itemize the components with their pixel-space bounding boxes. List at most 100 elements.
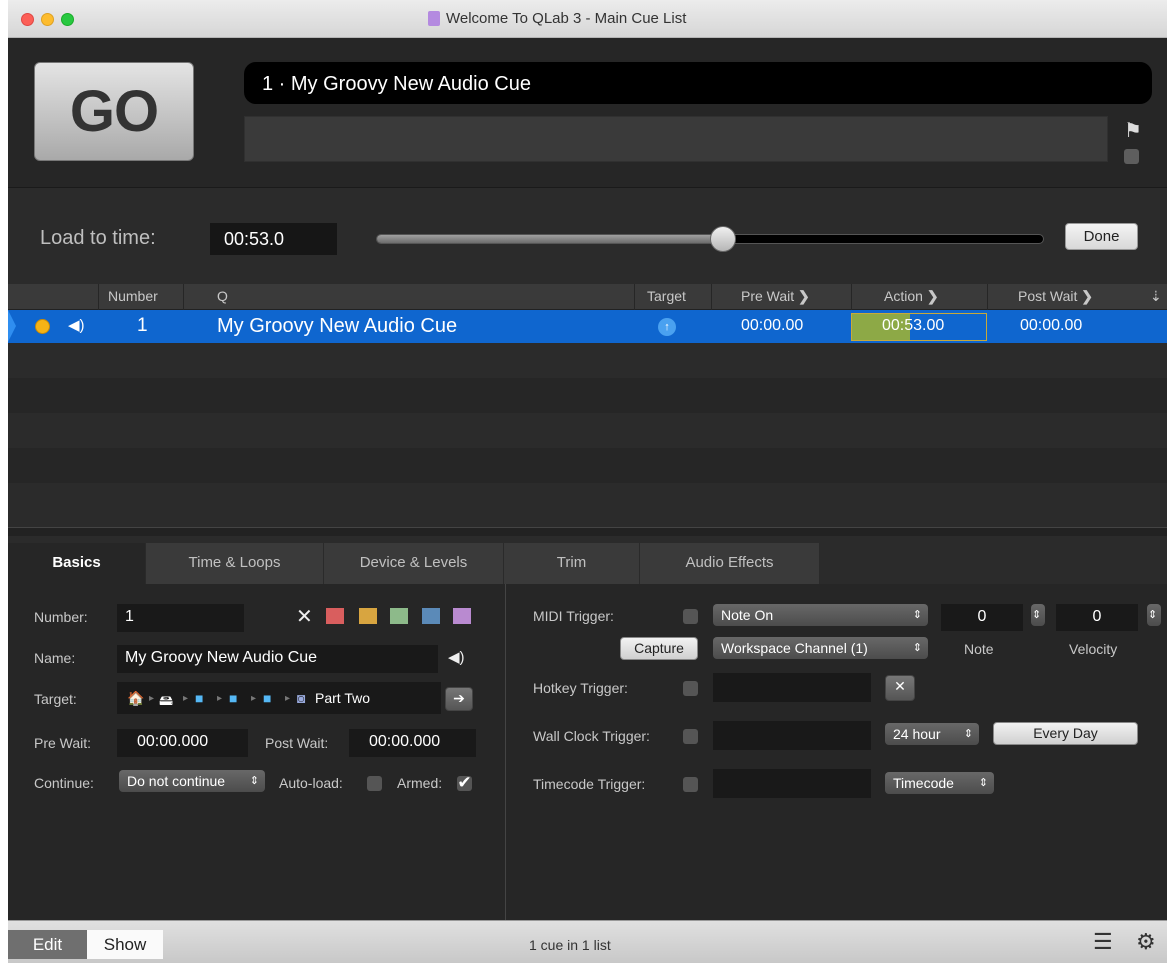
- tab-audio-effects[interactable]: Audio Effects: [640, 543, 820, 584]
- cue-post-wait: 00:00.00: [1020, 317, 1083, 334]
- empty-row: [8, 483, 1167, 527]
- name-field[interactable]: My Groovy New Audio Cue: [117, 645, 438, 673]
- continue-value: Do not continue: [127, 773, 226, 789]
- timecode-value: Timecode: [893, 775, 954, 791]
- every-day-button[interactable]: Every Day: [993, 722, 1138, 745]
- target-file-name: Part Two: [315, 690, 370, 706]
- wall-clock-trigger-label: Wall Clock Trigger:: [533, 728, 650, 744]
- document-icon: [428, 11, 440, 26]
- target-path[interactable]: 🏠 ▸ 🖴 ▸ ■ ▸ ■ ▸ ■ ▸ ◙ Part Two: [117, 682, 441, 714]
- empty-row: [8, 343, 1167, 378]
- action-header-text: Action: [884, 288, 923, 304]
- midi-channel-value: Workspace Channel (1): [721, 640, 868, 656]
- target-arrow-icon[interactable]: ↑: [658, 318, 676, 336]
- go-button[interactable]: GO: [34, 62, 194, 161]
- cue-row[interactable]: ◀︎) 1 My Groovy New Audio Cue ↑ 00:00.00…: [8, 310, 1167, 343]
- done-button[interactable]: Done: [1065, 223, 1138, 250]
- target-arrow-button[interactable]: ➔: [445, 687, 473, 711]
- color-swatch-blue[interactable]: [422, 608, 440, 624]
- chevron-right-icon: ❯: [798, 288, 810, 304]
- continue-column-icon: ⇣: [1150, 288, 1162, 304]
- note-stepper[interactable]: ⇕: [1031, 604, 1045, 626]
- column-number[interactable]: Number: [108, 288, 158, 304]
- clock-format-popup[interactable]: 24 hour ⇕: [885, 723, 979, 745]
- post-wait-field[interactable]: 00:00.000: [349, 729, 476, 757]
- column-q[interactable]: Q: [217, 288, 228, 304]
- empty-row: [8, 448, 1167, 483]
- zoom-window-button[interactable]: [61, 13, 74, 26]
- velocity-stepper[interactable]: ⇕: [1147, 604, 1161, 626]
- continue-popup[interactable]: Do not continue ⇕: [119, 770, 265, 792]
- note-field[interactable]: 0: [941, 604, 1023, 631]
- column-separator: [634, 284, 635, 310]
- tab-time-loops[interactable]: Time & Loops: [146, 543, 324, 584]
- load-time-slider[interactable]: [376, 226, 1044, 252]
- midi-type-popup[interactable]: Note On ⇕: [713, 604, 928, 626]
- path-separator-icon: ▸: [217, 693, 223, 704]
- autoload-checkbox[interactable]: [367, 776, 382, 791]
- color-swatch-orange[interactable]: [359, 608, 377, 624]
- timecode-popup[interactable]: Timecode ⇕: [885, 772, 994, 794]
- clear-color-icon[interactable]: ✕: [296, 604, 313, 629]
- popup-arrows-icon: ⇕: [978, 777, 988, 789]
- popup-arrows-icon: ⇕: [912, 609, 922, 621]
- capture-button[interactable]: Capture: [620, 637, 698, 660]
- inspector-panel: Number: 1 ✕ Name: My Groovy New Audio Cu…: [8, 584, 1167, 920]
- timecode-trigger-checkbox[interactable]: [683, 777, 698, 792]
- bottom-bar: Edit Show 1 cue in 1 list ☰ ⚙: [8, 920, 1167, 963]
- inspector-tabs: Basics Time & Loops Device & Levels Trim…: [8, 536, 1167, 584]
- cue-action-progress: 00:53.00: [851, 313, 987, 341]
- cue-notes-field[interactable]: [244, 116, 1108, 162]
- tab-trim[interactable]: Trim: [504, 543, 640, 584]
- chevron-right-icon: ❯: [926, 288, 939, 304]
- speaker-icon: ◀︎): [448, 649, 465, 666]
- minimize-window-button[interactable]: [41, 13, 54, 26]
- tab-basics[interactable]: Basics: [8, 543, 146, 584]
- column-post-wait[interactable]: Post Wait ❯: [1018, 288, 1093, 305]
- midi-trigger-checkbox[interactable]: [683, 609, 698, 624]
- slider-knob[interactable]: [710, 226, 737, 252]
- timecode-trigger-label: Timecode Trigger:: [533, 776, 646, 792]
- wall-clock-field[interactable]: [713, 721, 871, 750]
- color-swatch-purple[interactable]: [453, 608, 471, 624]
- column-pre-wait[interactable]: Pre Wait ❯: [741, 288, 810, 305]
- hotkey-trigger-checkbox[interactable]: [683, 681, 698, 696]
- cue-list-header: Number Q Target Pre Wait ❯ Action ❯ Post…: [8, 284, 1167, 310]
- standby-cue-display: 1 · My Groovy New Audio Cue: [244, 62, 1152, 104]
- load-time-field[interactable]: 00:53.0: [210, 223, 337, 255]
- column-action[interactable]: Action ❯: [884, 288, 939, 305]
- title-bar: Welcome To QLab 3 - Main Cue List: [8, 0, 1167, 38]
- split-view-divider[interactable]: [8, 527, 1167, 536]
- audio-file-icon: ◙: [297, 690, 306, 706]
- color-swatch-red[interactable]: [326, 608, 344, 624]
- list-icon[interactable]: ☰: [1093, 929, 1113, 955]
- name-label: Name:: [34, 650, 76, 666]
- home-icon: 🏠: [127, 690, 145, 706]
- flag-checkbox[interactable]: [1124, 149, 1139, 164]
- pre-wait-field[interactable]: 00:00.000: [117, 729, 248, 757]
- number-label: Number:: [34, 609, 88, 625]
- edit-mode-button[interactable]: Edit: [8, 930, 87, 959]
- armed-checkbox[interactable]: ✔: [457, 774, 472, 791]
- column-target[interactable]: Target: [647, 288, 686, 304]
- qlab-window: Welcome To QLab 3 - Main Cue List GO 1 ·…: [8, 0, 1167, 963]
- timecode-field[interactable]: [713, 769, 871, 798]
- path-separator-icon: ▸: [285, 693, 291, 704]
- show-mode-button[interactable]: Show: [87, 930, 163, 959]
- clear-hotkey-button[interactable]: ✕: [885, 675, 915, 701]
- midi-channel-popup[interactable]: Workspace Channel (1) ⇕: [713, 637, 928, 659]
- target-label: Target:: [34, 691, 77, 707]
- velocity-field[interactable]: 0: [1056, 604, 1138, 631]
- hotkey-field[interactable]: [713, 673, 871, 702]
- gear-icon[interactable]: ⚙: [1136, 929, 1156, 955]
- popup-arrows-icon: ⇕: [912, 642, 922, 654]
- clock-format-value: 24 hour: [893, 726, 941, 742]
- number-field[interactable]: 1: [117, 604, 244, 632]
- cue-pre-wait: 00:00.00: [741, 317, 804, 334]
- close-window-button[interactable]: [21, 13, 34, 26]
- tab-device-levels[interactable]: Device & Levels: [324, 543, 504, 584]
- color-swatch-green[interactable]: [390, 608, 408, 624]
- pre-wait-header-text: Pre Wait: [741, 288, 795, 304]
- drive-icon: 🖴: [159, 692, 174, 708]
- wall-clock-trigger-checkbox[interactable]: [683, 729, 698, 744]
